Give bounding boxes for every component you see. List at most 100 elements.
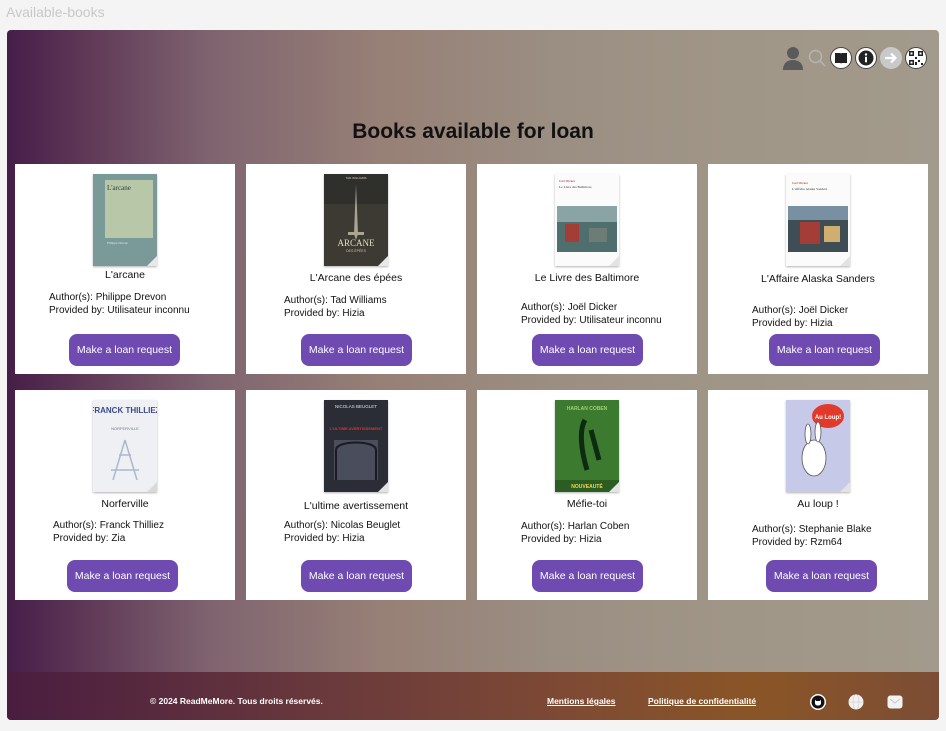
book-meta: Author(s): Harlan Coben Provided by: Hiz…: [521, 520, 629, 546]
top-toolbar: [782, 45, 927, 71]
book-cover: L'arcane Philippe Drevon: [93, 174, 157, 266]
cover-text: DES ÉPÉES: [346, 248, 367, 253]
loan-request-button[interactable]: Make a loan request: [769, 334, 880, 366]
author-label: Author(s):: [521, 302, 568, 313]
book-meta: Author(s): Nicolas Beuglet Provided by: …: [284, 519, 400, 545]
provider-label: Provided by:: [752, 318, 811, 329]
cover-text: FRANCK THILLIEZ: [93, 406, 157, 415]
loan-request-button[interactable]: Make a loan request: [67, 560, 178, 592]
page-title: Books available for loan: [352, 120, 594, 143]
author-label: Author(s):: [53, 520, 100, 531]
cover-text: Joël Dicker: [559, 179, 576, 183]
cover-text: HARLAN COBEN: [567, 406, 608, 412]
book-title: Méfie-toi: [566, 498, 608, 510]
book-cover: TAD WILLIAMS ARCANE DES ÉPÉES: [324, 174, 388, 266]
cover-text: Le Livre des Baltimore: [559, 185, 592, 189]
provider-label: Provided by:: [284, 533, 343, 544]
author-label: Author(s):: [284, 295, 331, 306]
provider-label: Provided by:: [49, 305, 108, 316]
legal-link[interactable]: Mentions légales: [547, 696, 616, 706]
provider-label: Provided by:: [53, 533, 112, 544]
book-author: Stephanie Blake: [798, 524, 872, 535]
book-author: Tad Williams: [330, 295, 387, 306]
book-meta: Author(s): Joël Dicker Provided by: Util…: [521, 301, 662, 327]
app-frame: Books available for loan L'arcane Philip…: [7, 30, 939, 720]
loan-request-button[interactable]: Make a loan request: [301, 334, 412, 366]
book-cover: FRANCK THILLIEZ NORFERVILLE: [93, 400, 157, 492]
book-meta: Author(s): Franck Thilliez Provided by: …: [53, 519, 164, 545]
book-meta: Author(s): Philippe Drevon Provided by: …: [49, 291, 190, 317]
provider-label: Provided by:: [752, 537, 811, 548]
book-title: Norferville: [101, 498, 149, 510]
loan-request-button[interactable]: Make a loan request: [69, 334, 180, 366]
loan-request-button[interactable]: Make a loan request: [301, 560, 412, 592]
cover-text: Joël Dicker: [792, 181, 809, 185]
book-meta: Author(s): Joël Dicker Provided by: Hizi…: [752, 304, 848, 330]
book-title: L'Affaire Alaska Sanders: [761, 273, 875, 285]
search-icon[interactable]: [807, 48, 827, 68]
user-icon[interactable]: [782, 45, 804, 71]
book-provider: Utilisateur inconnu: [579, 315, 662, 326]
provider-label: Provided by:: [284, 308, 343, 319]
book-title: L'arcane: [105, 269, 145, 281]
cover-text: L'arcane: [107, 184, 131, 192]
cover-text: NICOLAS BEUGLET: [335, 404, 377, 409]
book-provider: Hizia: [342, 308, 365, 319]
book-card: Au Loup! Au loup ! Author(s): Stephanie …: [708, 390, 928, 600]
book-cover: HARLAN COBEN NOUVEAUTÉ: [555, 400, 619, 492]
book-cover: Joël Dicker L'Affaire Alaska Sanders: [786, 174, 850, 266]
book-author: Nicolas Beuglet: [330, 520, 401, 531]
book-meta: Author(s): Stephanie Blake Provided by: …: [752, 523, 872, 549]
cover-text: TAD WILLIAMS: [346, 176, 367, 180]
book-provider: Hizia: [342, 533, 365, 544]
book-cover: Au Loup!: [786, 400, 850, 492]
arrow-right-icon[interactable]: [880, 47, 902, 69]
cover-text: NOUVEAUTÉ: [571, 482, 603, 490]
book-card: Joël Dicker Le Livre des Baltimore Le Li…: [477, 164, 697, 374]
book-meta: Author(s): Tad Williams Provided by: Hiz…: [284, 294, 387, 320]
provider-label: Provided by:: [521, 534, 580, 545]
book-title: L'ultime avertissement: [303, 500, 409, 512]
cover-text: ARCANE: [337, 238, 375, 248]
cover-text: Au Loup!: [815, 415, 841, 421]
book-provider: Zia: [111, 533, 126, 544]
copyright-text: © 2024 ReadMeMore. Tous droits réservés.: [150, 696, 323, 706]
privacy-link[interactable]: Politique de confidentialité: [648, 696, 756, 706]
author-label: Author(s):: [752, 524, 799, 535]
book-card: Joël Dicker L'Affaire Alaska Sanders L'A…: [708, 164, 928, 374]
book-card: TAD WILLIAMS ARCANE DES ÉPÉES L'Arcane d…: [246, 164, 466, 374]
qr-code-icon[interactable]: [905, 47, 927, 69]
book-provider: Rzm64: [810, 537, 843, 548]
author-label: Author(s):: [284, 520, 331, 531]
cover-text: NORFERVILLE: [111, 426, 139, 431]
github-icon[interactable]: [810, 694, 826, 710]
book-author: Joël Dicker: [567, 302, 618, 313]
window-title: Available-books: [6, 4, 105, 20]
cover-text: Philippe Drevon: [107, 241, 129, 245]
book-provider: Hizia: [579, 534, 602, 545]
book-cover: NICOLAS BEUGLET L'ULTIME AVERTISSEMENT: [324, 400, 388, 492]
info-icon[interactable]: [855, 47, 877, 69]
cover-text: L'Affaire Alaska Sanders: [792, 187, 828, 191]
loan-request-button[interactable]: Make a loan request: [532, 560, 643, 592]
book-icon[interactable]: [830, 47, 852, 69]
book-author: Harlan Coben: [567, 521, 630, 532]
cover-text: L'ULTIME AVERTISSEMENT: [330, 426, 383, 431]
book-author: Philippe Drevon: [95, 292, 167, 303]
book-cover: Joël Dicker Le Livre des Baltimore: [555, 174, 619, 266]
loan-request-button[interactable]: Make a loan request: [532, 334, 643, 366]
book-title: L'Arcane des épées: [309, 272, 403, 284]
book-card: L'arcane Philippe Drevon L'arcane Author…: [15, 164, 235, 374]
book-title: Le Livre des Baltimore: [534, 272, 640, 284]
book-author: Franck Thilliez: [99, 520, 164, 531]
author-label: Author(s):: [752, 305, 799, 316]
book-author: Joël Dicker: [798, 305, 849, 316]
book-provider: Hizia: [810, 318, 833, 329]
mail-icon[interactable]: [887, 694, 903, 710]
globe-icon[interactable]: [848, 694, 864, 710]
provider-label: Provided by:: [521, 315, 580, 326]
footer: © 2024 ReadMeMore. Tous droits réservés.…: [7, 672, 939, 720]
book-card: HARLAN COBEN NOUVEAUTÉ Méfie-toi Author(…: [477, 390, 697, 600]
book-card: NICOLAS BEUGLET L'ULTIME AVERTISSEMENT L…: [246, 390, 466, 600]
loan-request-button[interactable]: Make a loan request: [766, 560, 877, 592]
